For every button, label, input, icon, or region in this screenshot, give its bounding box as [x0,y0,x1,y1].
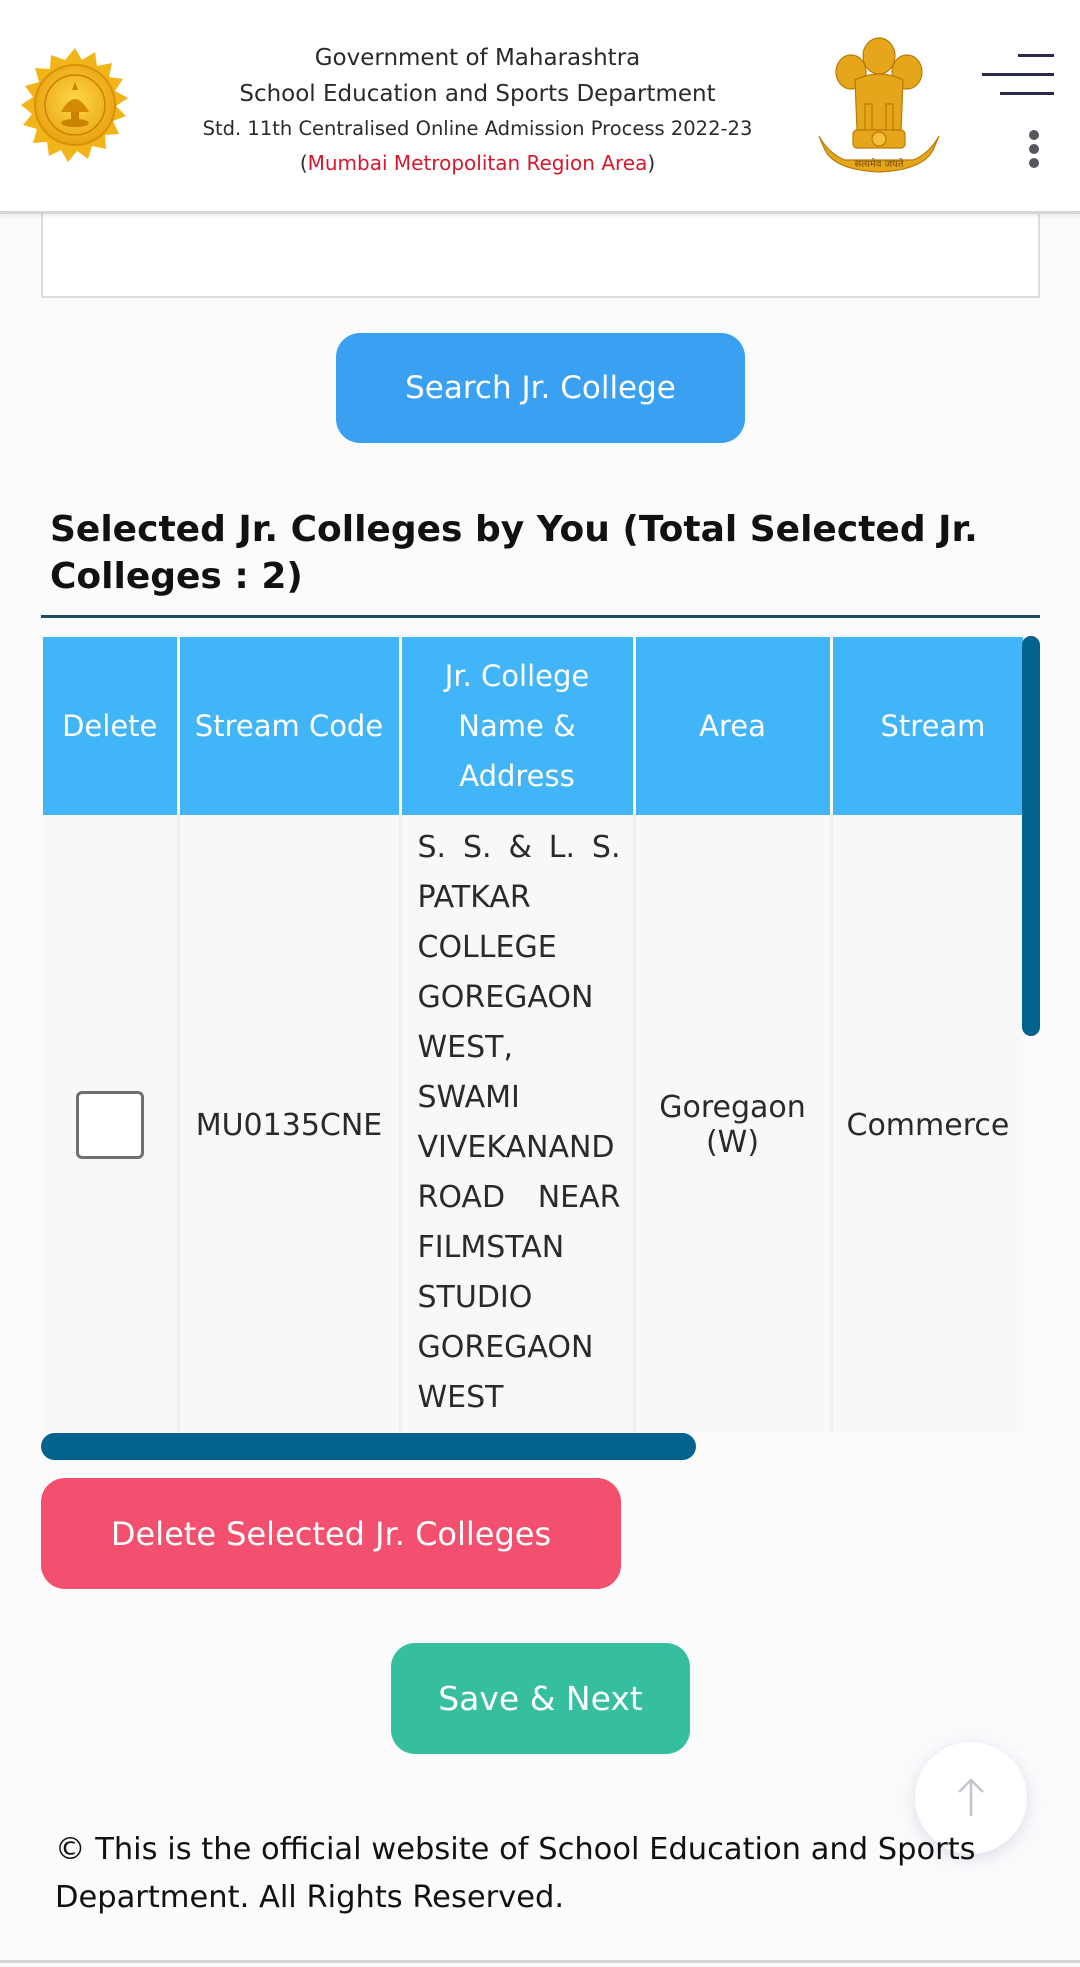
college-name-cell: S. S. & L. S. PATKAR COLLEGE GOREGAON WE… [400,815,636,1432]
paren-open: ( [299,151,308,175]
region-line: (Mumbai Metropolitan Region Area) [150,146,805,180]
delete-selected-colleges-button[interactable]: Delete Selected Jr. Colleges [41,1478,621,1589]
maharashtra-seal-icon[interactable] [16,46,134,164]
site-header: Government of Maharashtra School Educati… [0,0,1080,214]
arrow-up-icon [958,1778,984,1816]
ashoka-emblem-icon: सत्यमेव जयते [815,32,943,176]
college-name-address: S. S. & L. S. PATKAR COLLEGE GOREGAON WE… [417,830,621,1415]
hamburger-bar [1000,92,1054,95]
column-header-stream: Stream [831,637,1023,815]
kebab-menu-icon[interactable] [1024,128,1044,172]
table-row: MU0135CNE S. S. & L. S. PATKAR COLLEGE G… [43,815,1023,1432]
table-vertical-scrollbar[interactable] [1022,636,1040,1036]
previous-section-box [41,210,1040,298]
heading-divider [41,615,1040,618]
column-header-stream-code: Stream Code [178,637,402,815]
paren-close: ) [647,151,656,175]
hamburger-bar [1018,54,1054,57]
hamburger-bar [982,73,1054,76]
process-title: Std. 11th Centralised Online Admission P… [202,117,753,140]
save-and-next-button[interactable]: Save & Next [391,1643,690,1754]
stream-code-cell: MU0135CNE [178,815,402,1432]
emblem-motto: सत्यमेव जयते [854,158,903,170]
region-name: Mumbai Metropolitan Region Area [307,151,648,175]
footer-copyright: © This is the official website of School… [55,1832,976,1915]
kebab-dot [1029,158,1039,168]
hamburger-menu-button[interactable] [980,54,1056,98]
selected-colleges-heading: Selected Jr. Colleges by You (Total Sele… [50,509,978,597]
kebab-dot [1029,130,1039,140]
kebab-dot [1029,144,1039,154]
government-title: Government of Maharashtra [314,45,641,71]
search-jr-college-button[interactable]: Search Jr. College [336,333,745,443]
department-title: School Education and Sports Department [239,81,716,107]
selected-colleges-table-container[interactable]: Delete Stream Code Jr. College Name & Ad… [43,637,1023,1432]
delete-row-checkbox[interactable] [75,1091,144,1159]
column-header-area: Area [634,637,833,815]
header-title-block: Government of Maharashtra School Educati… [150,40,805,180]
stream-cell: Commerce [831,815,1023,1432]
delete-cell [43,815,180,1432]
column-header-college-name: Jr. College Name & Address [400,637,636,815]
table-header-row: Delete Stream Code Jr. College Name & Ad… [43,637,1023,815]
column-header-delete: Delete [43,637,180,815]
table-horizontal-scrollbar[interactable] [41,1433,696,1460]
footer-divider [0,1960,1080,1963]
area-cell: Goregaon (W) [634,815,833,1432]
selected-colleges-table: Delete Stream Code Jr. College Name & Ad… [43,637,1023,1432]
